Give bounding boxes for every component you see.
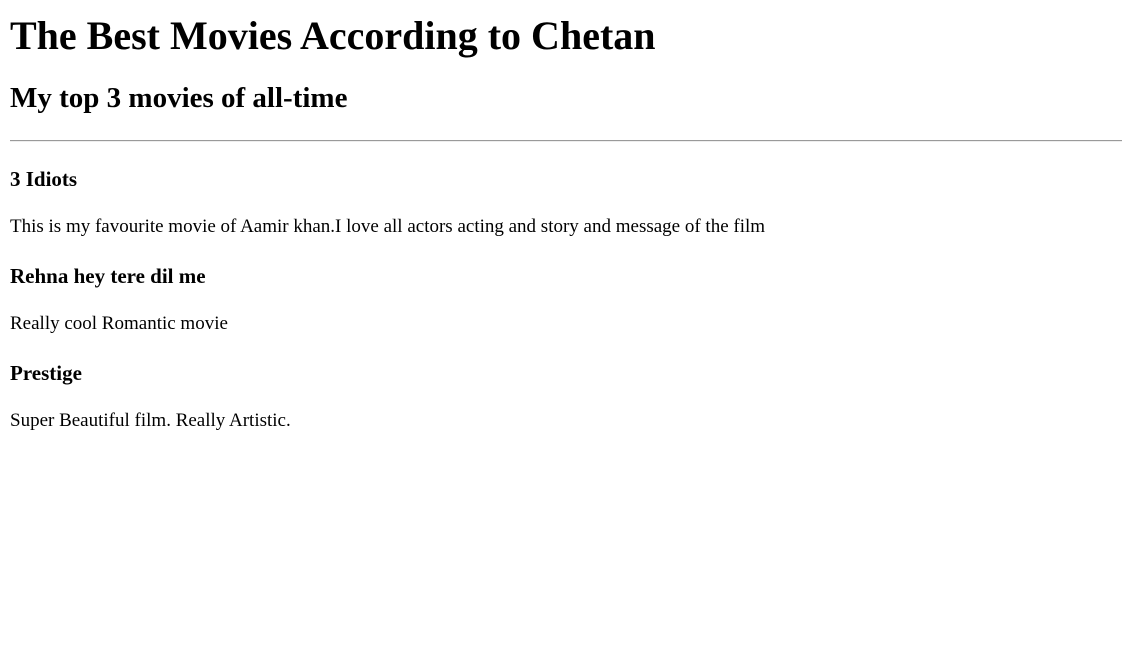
page-subtitle: My top 3 movies of all-time [10,82,348,114]
movie-title-rehna-hey-tere-dil-me: Rehna hey tere dil me [10,264,206,288]
section-divider [10,140,1122,142]
movie-title-3-idiots: 3 Idiots [10,167,78,191]
page-title: The Best Movies According to Chetan [10,13,656,58]
movie-description-3-idiots: This is my favourite movie of Aamir khan… [10,216,766,237]
movie-description-prestige: Super Beautiful film. Really Artistic. [10,410,291,431]
movie-title-prestige: Prestige [10,361,82,385]
movie-list: 3 Idiots This is my favourite movie of A… [10,167,1122,432]
movie-description-rehna-hey-tere-dil-me: Really cool Romantic movie [10,313,228,334]
